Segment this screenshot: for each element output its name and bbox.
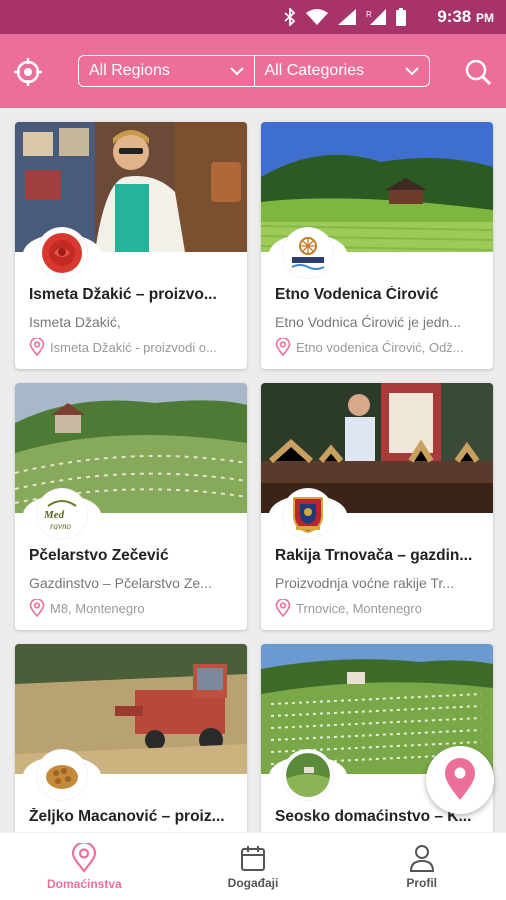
household-card[interactable]: Željko Macanović – proiz... xyxy=(15,644,247,832)
card-title: Željko Macanović – proiz... xyxy=(29,808,225,825)
nav-item-events[interactable]: Događaji xyxy=(169,833,338,900)
household-list[interactable]: Ismeta Džakić – proizvo... Ismeta Džakić… xyxy=(0,108,506,832)
status-bar: R 9:38 PM xyxy=(0,0,506,34)
card-location: Trnovice, Montenegro xyxy=(275,599,485,617)
clock: 9:38 PM xyxy=(437,7,494,27)
card-subtitle: Ismeta Džakić, xyxy=(29,314,121,330)
location-pin-icon xyxy=(29,338,45,356)
card-title: Ismeta Džakić – proizvo... xyxy=(29,286,217,303)
location-pin-icon xyxy=(275,338,291,356)
crest-logo-icon xyxy=(283,489,333,539)
crosshair-icon[interactable] xyxy=(12,56,44,88)
card-title: Rakija Trnovača – gazdin... xyxy=(275,547,473,564)
nav-item-profile[interactable]: Profil xyxy=(337,833,506,900)
card-location: Etno vodenica Ćirović, Odž... xyxy=(275,338,485,356)
bottom-navigation: Domaćinstva Događaji Profil xyxy=(0,832,506,900)
chevron-down-icon xyxy=(405,66,419,75)
card-subtitle: Etno Vodnica Ćirović je jedn... xyxy=(275,314,461,330)
svg-text:Med: Med xyxy=(43,509,65,521)
category-filter-label: All Categories xyxy=(264,62,365,79)
farm-logo-icon xyxy=(283,750,333,800)
watermill-logo-icon xyxy=(283,228,333,278)
nav-item-label: Događaji xyxy=(227,875,279,890)
clock-time: 9:38 xyxy=(437,7,472,26)
category-filter[interactable]: All Categories xyxy=(253,56,430,86)
card-location: M8, Montenegro xyxy=(29,599,239,617)
r-signal-icon: R xyxy=(366,9,386,25)
chevron-down-icon xyxy=(229,66,244,75)
card-location-text: Ismeta Džakić - proizvodi o... xyxy=(50,339,217,355)
household-card[interactable]: Rakija Trnovača – gazdin... Proizvodnja … xyxy=(261,383,493,630)
card-location-text: M8, Montenegro xyxy=(50,600,145,616)
location-pin-icon xyxy=(275,599,291,617)
signal-icon xyxy=(338,9,356,25)
bluetooth-icon xyxy=(284,8,296,26)
app-bar: All Regions All Categories xyxy=(0,34,506,108)
search-icon[interactable] xyxy=(462,56,494,88)
card-title: Etno Vodenica Ćirović xyxy=(275,286,439,303)
svg-text:R: R xyxy=(366,10,372,19)
filter-bar: All Regions All Categories xyxy=(78,55,430,87)
household-card[interactable]: Etno Vodenica Ćirović Etno Vodnica Ćirov… xyxy=(261,122,493,369)
grain-logo-icon xyxy=(37,750,87,800)
map-pin-icon xyxy=(72,842,97,873)
card-location-text: Etno vodenica Ćirović, Odž... xyxy=(296,339,464,355)
card-subtitle: Proizvodnja voćne rakije Tr... xyxy=(275,575,454,591)
card-location-text: Trnovice, Montenegro xyxy=(296,600,422,616)
svg-text:ravno: ravno xyxy=(50,521,71,531)
wifi-icon xyxy=(306,9,328,25)
card-subtitle: Gazdinstvo – Pčelarstvo Ze... xyxy=(29,575,212,591)
battery-icon xyxy=(396,8,406,26)
card-location: Ismeta Džakić - proizvodi o... xyxy=(29,338,239,356)
region-filter-label: All Regions xyxy=(89,62,170,79)
calendar-icon xyxy=(241,845,265,871)
card-title: Pčelarstvo Zečević xyxy=(29,547,169,564)
bee-logo-icon: Med ravno xyxy=(37,489,87,539)
map-pin-icon xyxy=(445,758,475,800)
clock-ampm: PM xyxy=(476,11,494,25)
household-card[interactable]: Ismeta Džakić – proizvo... Ismeta Džakić… xyxy=(15,122,247,369)
region-filter[interactable]: All Regions xyxy=(79,56,254,86)
household-card[interactable]: Med ravno Pčelarstvo Zečević Gazdinstvo –… xyxy=(15,383,247,630)
nav-item-label: Domaćinstva xyxy=(46,876,122,891)
status-icons: R xyxy=(284,8,406,26)
person-icon xyxy=(409,844,434,872)
nav-item-label: Profil xyxy=(406,875,438,890)
rose-logo-icon xyxy=(37,228,87,278)
nav-item-households[interactable]: Domaćinstva xyxy=(0,833,169,900)
location-pin-icon xyxy=(29,599,45,617)
map-fab-button[interactable] xyxy=(426,746,494,814)
